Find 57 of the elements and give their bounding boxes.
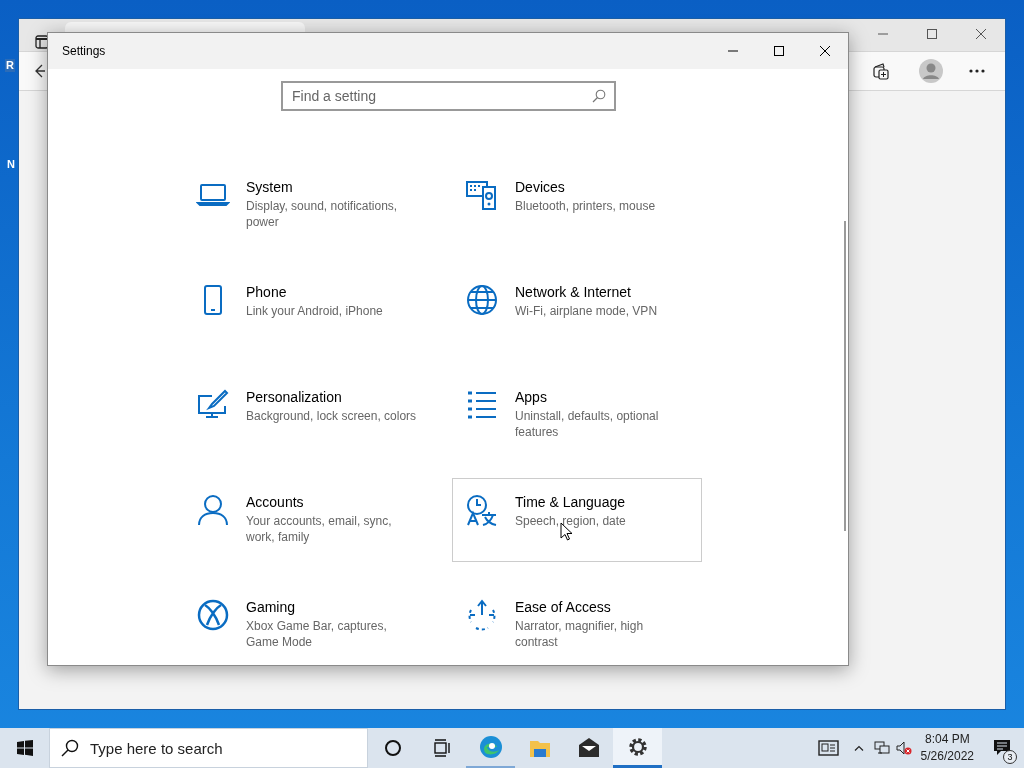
tile-title: Accounts (246, 493, 305, 511)
close-icon (974, 28, 987, 40)
edge-icon (478, 735, 503, 759)
tile-description: Link your Android, iPhone (246, 303, 383, 319)
collections-icon (872, 62, 890, 80)
network-icon (873, 741, 890, 755)
tile-description: Wi-Fi, airplane mode, VPN (515, 303, 658, 319)
chevron-up-icon (853, 745, 864, 751)
notifications-button[interactable]: 3 (980, 728, 1024, 768)
muted-speaker-icon (895, 741, 912, 755)
tile-description: Uninstall, defaults, optional features (515, 408, 660, 440)
tile-description: Narrator, magnifier, high contrast (515, 618, 645, 650)
tile-title: Network & Internet (515, 283, 632, 301)
tile-title: Phone (246, 283, 288, 301)
task-view-icon (432, 739, 451, 757)
person-icon (196, 493, 230, 527)
tab-icon[interactable] (35, 34, 49, 49)
tile-description: Background, lock screen, colors (246, 408, 417, 424)
desktop-icon-label[interactable]: R (5, 59, 15, 72)
windows-logo-icon (16, 740, 33, 756)
desktop-icon-label[interactable]: N (6, 158, 16, 171)
taskbar-search-field[interactable]: Type here to search (49, 728, 368, 768)
maximize-icon (925, 28, 938, 40)
more-icon (969, 69, 985, 73)
tile-title: System (246, 178, 294, 196)
taskbar-app-button[interactable] (613, 728, 662, 768)
back-arrow-icon (34, 63, 45, 79)
circle-icon (383, 739, 402, 757)
keyboard-speaker-icon (465, 178, 499, 212)
tile-title: Apps (515, 388, 548, 406)
scrollbar[interactable] (844, 221, 846, 531)
tile-description: Xbox Game Bar, captures, Game Mode (246, 618, 388, 650)
notification-count: 3 (1003, 750, 1017, 764)
search-field[interactable]: Find a setting (281, 81, 616, 111)
tile-title: Gaming (246, 598, 297, 616)
search-icon (61, 739, 79, 757)
tile-description: Bluetooth, printers, mouse (515, 198, 656, 214)
close-icon (819, 45, 831, 57)
window-title: Settings (62, 43, 106, 60)
tile-description: Your accounts, email, sync, work, family (246, 513, 393, 545)
envelope-icon (576, 736, 601, 760)
settings-tile[interactable]: Time & Language Speech, region, date (452, 478, 702, 562)
xbox-icon (196, 598, 230, 632)
clock-date: 5/26/2022 (920, 748, 974, 765)
tile-description: Speech, region, date (515, 513, 626, 529)
tile-title: Devices (515, 178, 566, 196)
maximize-icon (773, 45, 785, 57)
search-icon (592, 89, 606, 103)
globe-icon (465, 283, 499, 317)
tile-description: Display, sound, notifications, power (246, 198, 399, 230)
clock-time: 8:04 PM (923, 731, 971, 748)
news-icon (817, 740, 840, 756)
clock-letters-icon (465, 493, 499, 527)
avatar-icon (919, 59, 943, 83)
tile-title: Ease of Access (515, 598, 612, 616)
tile-title: Time & Language (515, 493, 626, 511)
tile-title: Personalization (246, 388, 343, 406)
